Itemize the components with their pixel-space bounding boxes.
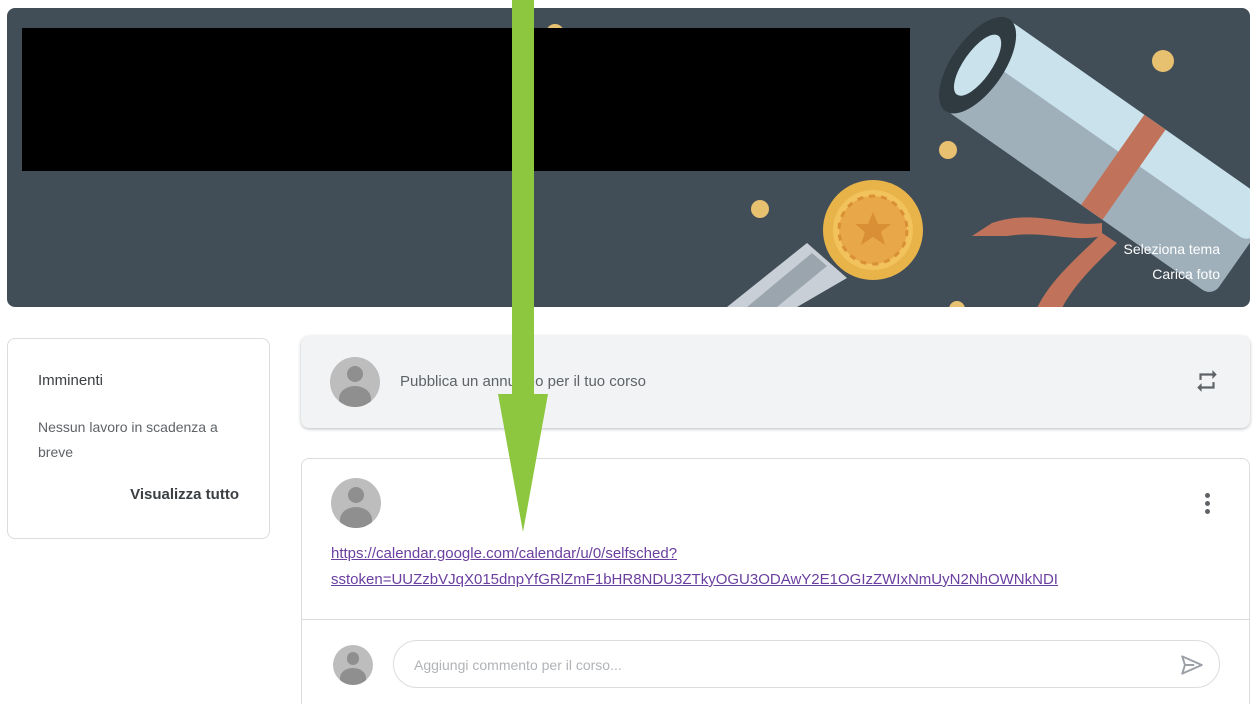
select-theme-link[interactable]: Seleziona tema: [1123, 241, 1220, 257]
upcoming-title: Imminenti: [38, 372, 104, 389]
divider: [302, 619, 1249, 620]
redacted-course-title: [22, 28, 910, 171]
calendar-link-line-2[interactable]: sstoken=UUZzbVJqX015dnpYfGRlZmF1bHR8NDU3…: [331, 567, 1058, 593]
upload-photo-link[interactable]: Carica foto: [1152, 266, 1220, 282]
calendar-link-line-1[interactable]: https://calendar.google.com/calendar/u/0…: [331, 541, 1058, 567]
post-author-avatar: [331, 478, 381, 528]
announcement-composer[interactable]: Pubblica un annuncio per il tuo corso: [301, 336, 1250, 428]
no-upcoming-work-message: Nessun lavoro in scadenza a breve: [38, 419, 218, 460]
more-vert-icon[interactable]: [1205, 493, 1211, 515]
green-arrow-annotation: [498, 0, 548, 532]
class-comment-input[interactable]: [414, 653, 1154, 677]
avatar: [330, 357, 380, 407]
send-icon[interactable]: [1179, 652, 1205, 678]
commenter-avatar: [333, 645, 373, 685]
class-banner: Seleziona tema Carica foto: [7, 8, 1250, 307]
calendar-link[interactable]: https://calendar.google.com/calendar/u/0…: [331, 541, 1058, 593]
upcoming-card: Imminenti Nessun lavoro in scadenza a br…: [7, 338, 270, 539]
view-all-link[interactable]: Visualizza tutto: [130, 486, 239, 503]
repost-icon[interactable]: [1194, 368, 1220, 394]
stream-post: https://calendar.google.com/calendar/u/0…: [301, 458, 1250, 704]
comment-box[interactable]: [393, 640, 1220, 688]
